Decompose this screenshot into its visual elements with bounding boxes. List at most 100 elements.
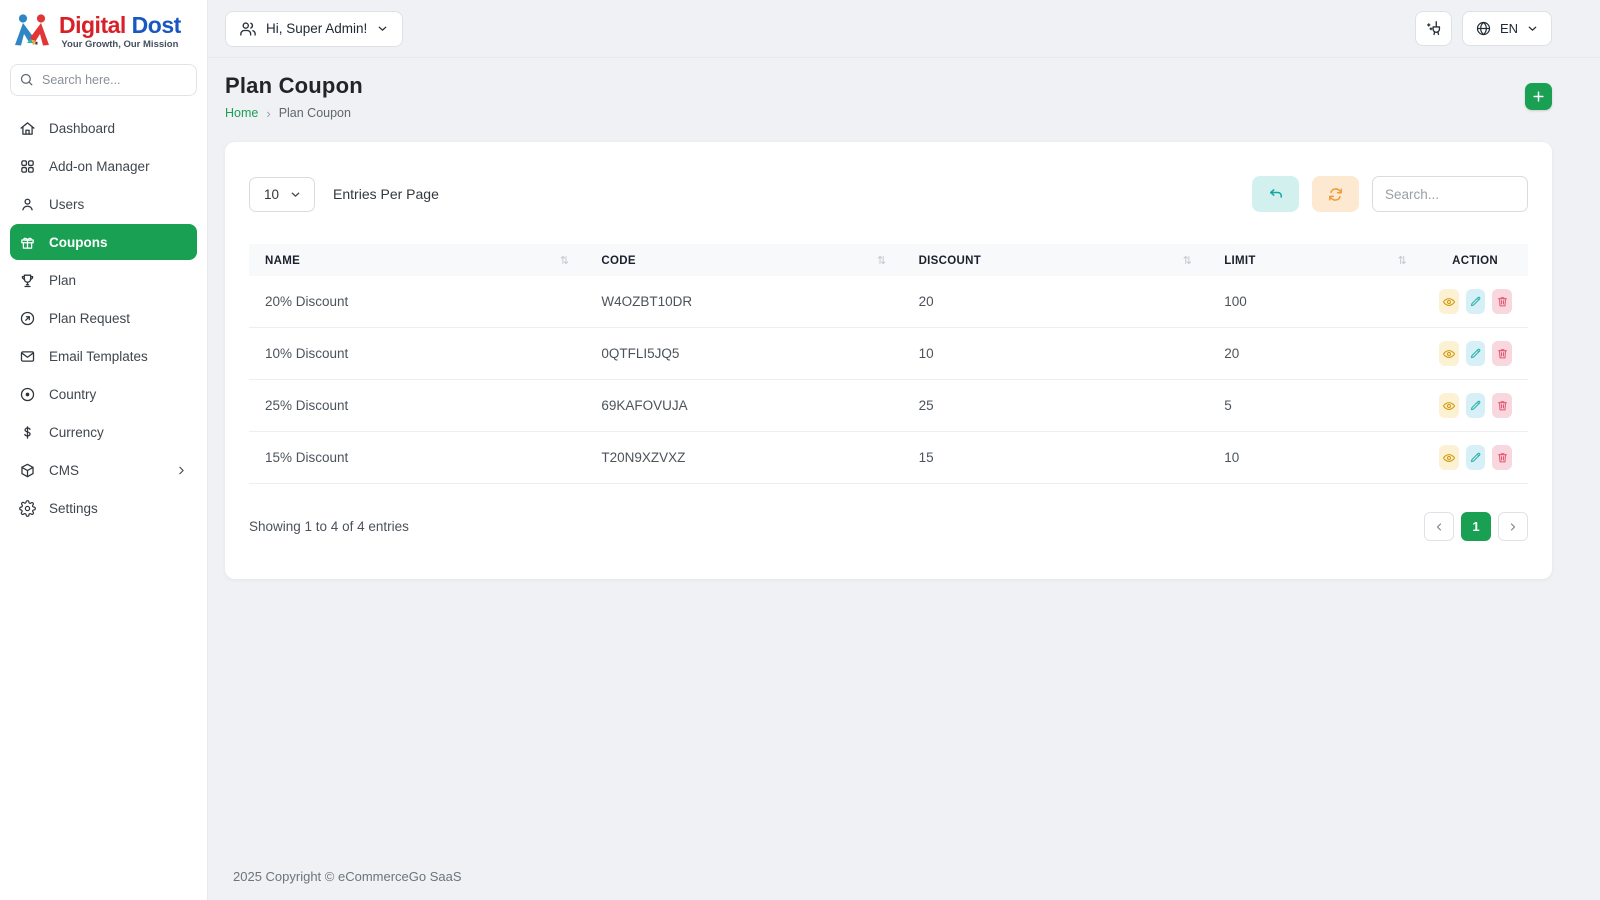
cell-name: 15% Discount xyxy=(249,431,586,484)
pencil-icon xyxy=(1469,295,1482,308)
cell-code: 69KAFOVUJA xyxy=(585,379,903,432)
column-header-name[interactable]: NAME xyxy=(249,244,586,276)
add-coupon-button[interactable] xyxy=(1525,83,1552,110)
sidebar-item-currency[interactable]: Currency xyxy=(10,414,197,450)
clear-cache-button[interactable] xyxy=(1414,11,1452,46)
column-header-limit[interactable]: LIMIT xyxy=(1208,244,1424,276)
breadcrumb-current: Plan Coupon xyxy=(278,106,351,120)
sidebar-item-addon-manager[interactable]: Add-on Manager xyxy=(10,148,197,184)
cell-discount: 10 xyxy=(902,327,1209,380)
sidebar-item-label: CMS xyxy=(49,462,79,478)
undo-button[interactable] xyxy=(1252,176,1299,212)
pagination-page-1-button[interactable]: 1 xyxy=(1461,512,1491,541)
sidebar-item-label: Plan xyxy=(49,272,77,288)
refresh-button[interactable] xyxy=(1312,176,1359,212)
trash-icon xyxy=(1496,295,1509,308)
sidebar-item-label: Currency xyxy=(49,424,104,440)
sidebar-nav: Dashboard Add-on Manager Users Coupons P… xyxy=(0,110,207,526)
mail-icon xyxy=(19,348,36,365)
view-button[interactable] xyxy=(1439,445,1459,470)
search-icon xyxy=(19,72,34,87)
gear-icon xyxy=(19,499,36,517)
column-header-code[interactable]: CODE xyxy=(585,244,903,276)
table-row: 15% Discount T20N9XZVXZ 15 10 xyxy=(249,431,1528,484)
target-icon xyxy=(19,386,36,403)
view-button[interactable] xyxy=(1439,393,1459,418)
delete-button[interactable] xyxy=(1492,341,1512,366)
pagination-next-button[interactable] xyxy=(1498,512,1528,541)
table-search-input[interactable] xyxy=(1372,176,1528,212)
breadcrumb-separator-icon xyxy=(266,107,270,120)
sidebar-item-label: Country xyxy=(49,386,97,402)
table-row: 25% Discount 69KAFOVUJA 25 5 xyxy=(249,379,1528,432)
pencil-icon xyxy=(1469,347,1482,360)
entries-per-page-select[interactable]: 10 xyxy=(249,176,316,212)
trash-icon xyxy=(1496,347,1509,360)
sidebar-item-coupons[interactable]: Coupons xyxy=(10,224,197,260)
sidebar-item-label: Add-on Manager xyxy=(49,158,150,174)
delete-button[interactable] xyxy=(1492,445,1512,470)
sidebar-item-users[interactable]: Users xyxy=(10,186,197,222)
page-content: Plan Coupon Home Plan Coupon 10 xyxy=(208,58,1600,900)
chevron-down-icon xyxy=(376,22,389,35)
cell-name: 25% Discount xyxy=(249,379,586,432)
cell-name: 20% Discount xyxy=(249,276,586,328)
sidebar-search-input[interactable] xyxy=(10,64,197,96)
user-menu-button[interactable]: Hi, Super Admin! xyxy=(225,10,404,47)
view-button[interactable] xyxy=(1439,289,1459,314)
sort-icon xyxy=(1398,254,1408,267)
pencil-icon xyxy=(1469,399,1482,412)
sidebar-item-label: Settings xyxy=(49,500,98,516)
sidebar-item-plan[interactable]: Plan xyxy=(10,262,197,298)
cell-code: W4OZBT10DR xyxy=(585,276,903,328)
sidebar-item-label: Email Templates xyxy=(49,348,148,364)
sidebar-item-country[interactable]: Country xyxy=(10,376,197,412)
user-menu-label: Hi, Super Admin! xyxy=(266,21,368,36)
sort-icon xyxy=(560,254,570,267)
coupons-card: 10 Entries Per Page Search... NAME ⇅ COD… xyxy=(225,142,1552,579)
cell-code: T20N9XZVXZ xyxy=(585,431,903,484)
column-header-discount[interactable]: DISCOUNT xyxy=(902,244,1209,276)
delete-button[interactable] xyxy=(1492,289,1512,314)
delete-button[interactable] xyxy=(1492,393,1512,418)
chevron-right-icon xyxy=(175,464,188,477)
edit-button[interactable] xyxy=(1465,393,1486,418)
breadcrumb-home-link[interactable]: Home xyxy=(225,106,258,120)
cell-limit: 5 xyxy=(1208,379,1424,432)
edit-button[interactable] xyxy=(1465,289,1486,314)
sidebar-item-dashboard[interactable]: Dashboard xyxy=(10,110,197,146)
language-selector[interactable]: EN xyxy=(1461,11,1552,46)
chevron-down-icon xyxy=(289,188,302,201)
entries-per-page-label: Entries Per Page xyxy=(333,186,439,202)
eye-icon xyxy=(1442,347,1456,361)
app-root: Digital Dost Your Growth, Our Mission Da… xyxy=(0,0,1600,900)
cell-limit: 100 xyxy=(1208,276,1424,328)
view-button[interactable] xyxy=(1439,341,1459,366)
sidebar-item-email-templates[interactable]: Email Templates xyxy=(10,338,197,374)
cell-name: 10% Discount xyxy=(249,327,586,380)
brand-tagline: Your Growth, Our Mission xyxy=(61,39,179,51)
pencil-icon xyxy=(1469,451,1482,464)
sidebar-item-label: Users xyxy=(49,196,85,212)
broom-icon xyxy=(1424,19,1443,38)
edit-button[interactable] xyxy=(1465,341,1486,366)
cell-discount: 20 xyxy=(902,276,1209,328)
cell-limit: 10 xyxy=(1208,431,1424,484)
cell-code: 0QTFLI5JQ5 xyxy=(585,327,903,380)
trash-icon xyxy=(1496,451,1509,464)
home-icon xyxy=(19,120,36,137)
sidebar-item-cms[interactable]: CMS xyxy=(10,452,197,488)
eye-icon xyxy=(1442,451,1456,465)
grid-icon xyxy=(19,158,36,175)
pagination-prev-button[interactable] xyxy=(1424,512,1454,541)
column-header-action: ACTION xyxy=(1423,244,1528,276)
eye-icon xyxy=(1442,399,1456,413)
sidebar-item-plan-request[interactable]: Plan Request xyxy=(10,300,197,336)
users-icon xyxy=(239,20,257,38)
sidebar-item-settings[interactable]: Settings xyxy=(10,490,197,526)
chevron-right-icon xyxy=(1507,521,1519,533)
edit-button[interactable] xyxy=(1465,445,1486,470)
brand-name: Digital Dost xyxy=(59,12,181,39)
trash-icon xyxy=(1496,399,1509,412)
brand-logo[interactable]: Digital Dost Your Growth, Our Mission xyxy=(0,0,207,58)
